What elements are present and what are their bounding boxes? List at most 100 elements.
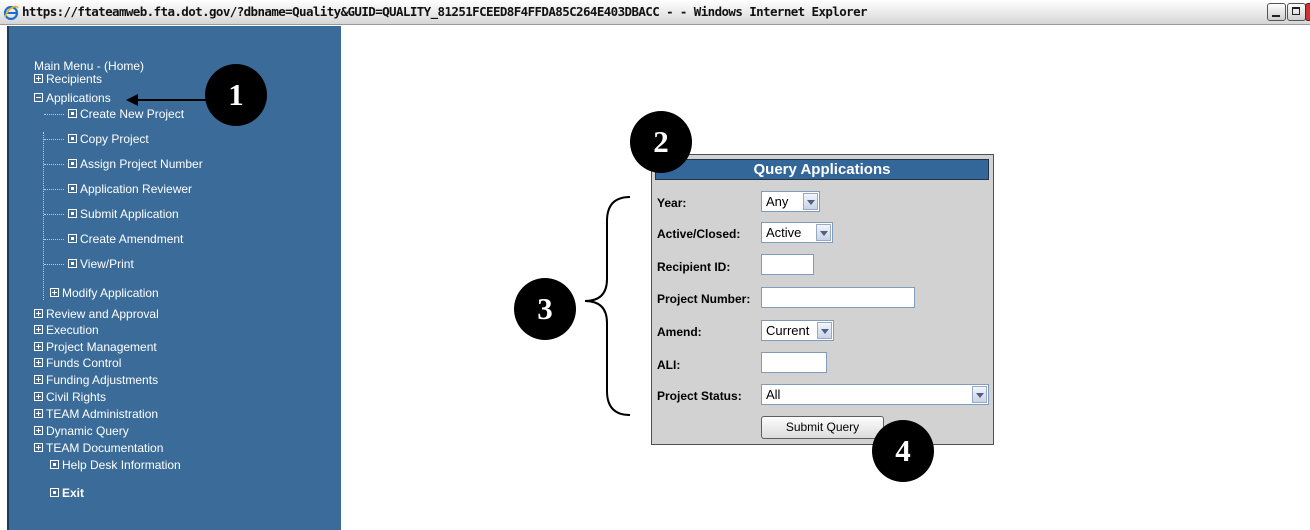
expand-icon — [34, 309, 43, 318]
select-value: All — [766, 387, 781, 402]
sidebar-item-label: TEAM Administration — [46, 407, 159, 421]
tree-line — [43, 132, 44, 300]
active-closed-label: Active/Closed: — [657, 227, 741, 241]
year-select[interactable]: Any — [761, 191, 820, 212]
sidebar-item-label: Modify Application — [62, 286, 159, 300]
sidebar-item-label: View/Print — [80, 257, 134, 271]
sidebar-item-exit[interactable]: Exit — [50, 486, 84, 500]
bullet-icon — [68, 184, 77, 193]
sidebar-main-menu[interactable]: Main Menu - (Home) — [34, 59, 144, 73]
sidebar-item-recipients[interactable]: Recipients — [34, 72, 102, 86]
project-number-label: Project Number: — [657, 292, 751, 306]
bullet-icon — [50, 488, 59, 497]
sidebar-item-view-print[interactable]: View/Print — [68, 257, 134, 271]
submit-query-button[interactable]: Submit Query — [761, 416, 884, 439]
bullet-icon — [68, 109, 77, 118]
panel-title: Query Applications — [655, 159, 989, 180]
chevron-down-icon — [972, 386, 987, 403]
minimize-button[interactable] — [1267, 3, 1286, 21]
expand-icon — [34, 426, 43, 435]
tree-line — [44, 264, 64, 265]
sidebar-item-create-new-project[interactable]: Create New Project — [68, 107, 184, 121]
sidebar-item-label: Recipients — [46, 72, 103, 86]
callout-brace — [584, 196, 631, 416]
expand-icon — [50, 288, 59, 297]
sidebar-item-applications[interactable]: Applications — [34, 91, 111, 105]
expand-icon — [34, 358, 43, 367]
callout-4: 4 — [872, 420, 934, 482]
sidebar-item-label: Copy Project — [80, 132, 149, 146]
sidebar-item-label: Dynamic Query — [46, 424, 129, 438]
sidebar-item-label: Applications — [46, 91, 111, 105]
recipient-id-label: Recipient ID: — [657, 260, 731, 274]
callout-arrow — [126, 94, 206, 106]
sidebar-item-label: Civil Rights — [46, 390, 107, 404]
sidebar-item-label: Execution — [46, 323, 99, 337]
sidebar-item-funding-adjustments[interactable]: Funding Adjustments — [34, 373, 158, 387]
sidebar-item-help-desk[interactable]: Help Desk Information — [50, 458, 181, 472]
sidebar-item-submit-application[interactable]: Submit Application — [68, 207, 179, 221]
active-closed-select[interactable]: Active — [761, 222, 833, 243]
callout-1: 1 — [205, 64, 267, 126]
sidebar-item-team-documentation[interactable]: TEAM Documentation — [34, 441, 163, 455]
tree-line — [44, 139, 64, 140]
maximize-button[interactable] — [1287, 3, 1306, 21]
expand-icon — [34, 342, 43, 351]
project-number-input[interactable] — [761, 287, 915, 308]
maximize-icon — [1292, 7, 1300, 15]
ie-icon — [3, 5, 19, 20]
sidebar-item-review-and-approval[interactable]: Review and Approval — [34, 307, 159, 321]
sidebar-item-assign-project-number[interactable]: Assign Project Number — [68, 157, 203, 171]
bullet-icon — [68, 234, 77, 243]
callout-3: 3 — [514, 278, 576, 340]
bullet-icon — [68, 209, 77, 218]
year-label: Year: — [657, 196, 687, 210]
sidebar-item-application-reviewer[interactable]: Application Reviewer — [68, 182, 192, 196]
tree-line — [44, 239, 64, 240]
sidebar-item-execution[interactable]: Execution — [34, 323, 99, 337]
callout-2: 2 — [630, 111, 692, 173]
amend-label: Amend: — [657, 325, 702, 339]
sidebar-item-civil-rights[interactable]: Civil Rights — [34, 390, 106, 404]
expand-icon — [34, 74, 43, 83]
project-status-select[interactable]: All — [761, 384, 989, 405]
tree-line — [44, 164, 64, 165]
expand-icon — [34, 325, 43, 334]
sidebar-item-copy-project[interactable]: Copy Project — [68, 132, 149, 146]
sidebar-item-label: Funding Adjustments — [46, 373, 159, 387]
select-value: Any — [766, 194, 789, 209]
expand-icon — [34, 443, 43, 452]
chevron-down-icon — [803, 193, 818, 210]
recipient-id-input[interactable] — [761, 254, 814, 275]
sidebar-item-dynamic-query[interactable]: Dynamic Query — [34, 424, 129, 438]
project-status-label: Project Status: — [657, 389, 742, 403]
tree-line — [44, 214, 64, 215]
sidebar-item-label: Project Management — [46, 340, 157, 354]
sidebar-item-label: Create Amendment — [80, 232, 184, 246]
sidebar-item-label: Submit Application — [80, 207, 179, 221]
bullet-icon — [68, 259, 77, 268]
ali-input[interactable] — [761, 352, 827, 373]
sidebar-item-team-administration[interactable]: TEAM Administration — [34, 407, 158, 421]
minimize-icon — [1272, 15, 1280, 17]
sidebar-item-label: Help Desk Information — [62, 458, 181, 472]
sidebar-item-label: Assign Project Number — [80, 157, 203, 171]
sidebar-item-label: Exit — [62, 486, 85, 500]
close-button[interactable]: ✕ — [1305, 3, 1310, 21]
sidebar-item-funds-control[interactable]: Funds Control — [34, 356, 121, 370]
amend-select[interactable]: Current — [761, 320, 834, 341]
sidebar-item-label: Create New Project — [80, 107, 185, 121]
window-titlebar: https://ftateamweb.fta.dot.gov/?dbname=Q… — [0, 0, 1310, 25]
query-applications-panel: Query Applications Year: Any Active/Clos… — [651, 154, 994, 445]
sidebar-item-modify-application[interactable]: Modify Application — [50, 286, 159, 300]
sidebar-item-create-amendment[interactable]: Create Amendment — [68, 232, 183, 246]
expand-icon — [34, 392, 43, 401]
chevron-down-icon — [817, 322, 832, 339]
sidebar-item-label: Funds Control — [46, 356, 122, 370]
window-title: https://ftateamweb.fta.dot.gov/?dbname=Q… — [22, 4, 868, 19]
collapse-icon — [34, 93, 43, 102]
sidebar-item-project-management[interactable]: Project Management — [34, 340, 157, 354]
select-value: Current — [766, 323, 810, 338]
tree-line — [44, 114, 64, 115]
sidebar-item-label: TEAM Documentation — [46, 441, 164, 455]
